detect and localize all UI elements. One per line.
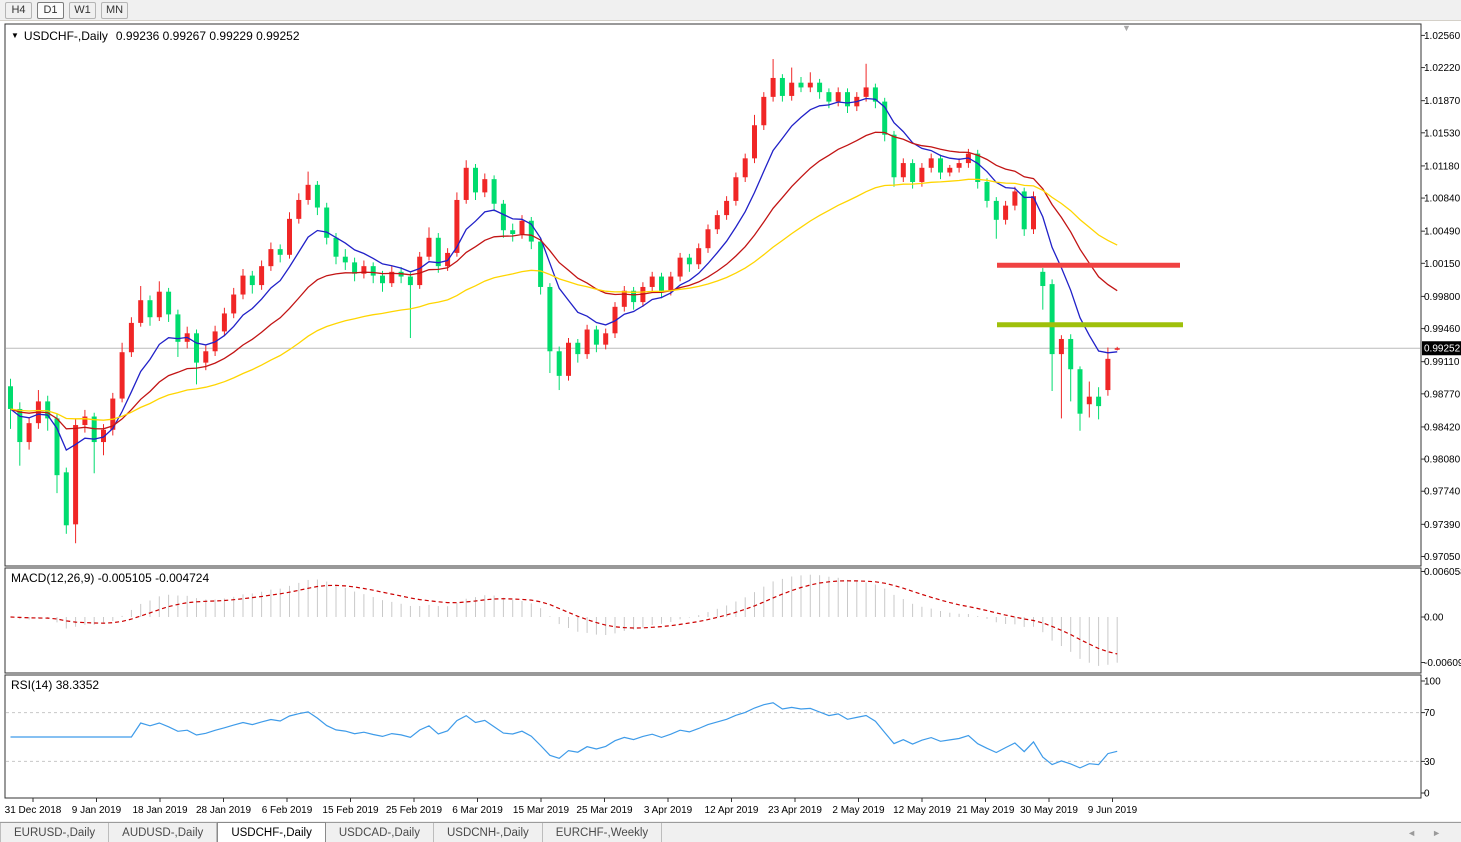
svg-text:15 Feb 2019: 15 Feb 2019 xyxy=(322,805,379,816)
svg-text:0.97740: 0.97740 xyxy=(1424,487,1461,498)
svg-text:9 Jan 2019: 9 Jan 2019 xyxy=(72,805,122,816)
close-value: 0.99252 xyxy=(256,29,300,43)
svg-text:6 Mar 2019: 6 Mar 2019 xyxy=(452,805,503,816)
svg-text:9 Jun 2019: 9 Jun 2019 xyxy=(1088,805,1138,816)
svg-text:1.02220: 1.02220 xyxy=(1424,63,1461,74)
rsi-value: 38.3352 xyxy=(55,678,100,692)
svg-text:0.97050: 0.97050 xyxy=(1424,552,1461,563)
chart-canvas[interactable]: 1.02560 1.02220 1.01870 1.01530 1.01180 1.008… xyxy=(0,0,1461,842)
tab-usdcad-daily[interactable]: USDCAD-,Daily xyxy=(326,823,434,842)
svg-text:1.00150: 1.00150 xyxy=(1424,259,1461,270)
trading-platform-window: H4 D1 W1 MN 1.02560 1.02220 1.01870 1.01530… xyxy=(0,0,1461,842)
svg-text:12 May 2019: 12 May 2019 xyxy=(893,805,951,816)
svg-text:30: 30 xyxy=(1424,757,1436,768)
rsi-label: RSI(14) xyxy=(11,678,53,692)
svg-text:0.006058: 0.006058 xyxy=(1424,567,1461,578)
timeframe-h4-button[interactable]: H4 xyxy=(5,1,32,19)
tab-usdcnh-daily[interactable]: USDCNH-,Daily xyxy=(434,823,543,842)
svg-text:1.01180: 1.01180 xyxy=(1424,161,1460,172)
svg-text:0.98080: 0.98080 xyxy=(1424,455,1461,466)
tab-scroll-left-button[interactable]: ◄ xyxy=(1407,828,1416,838)
low-value: 0.99229 xyxy=(209,29,253,43)
svg-text:1.02560: 1.02560 xyxy=(1424,31,1461,42)
svg-text:1.01530: 1.01530 xyxy=(1424,128,1461,139)
symbol-period-label: USDCHF-,Daily xyxy=(23,29,108,43)
svg-text:0.98770: 0.98770 xyxy=(1424,389,1461,400)
macd-indicator-label: MACD(12,26,9) -0.005105 -0.004724 xyxy=(11,571,209,585)
svg-text:3 Apr 2019: 3 Apr 2019 xyxy=(644,805,693,816)
timeframe-w1-button[interactable]: W1 xyxy=(69,1,96,19)
svg-text:1.01870: 1.01870 xyxy=(1424,96,1461,107)
svg-text:0.99110: 0.99110 xyxy=(1424,357,1460,368)
svg-text:6 Feb 2019: 6 Feb 2019 xyxy=(262,805,313,816)
svg-text:0.00: 0.00 xyxy=(1424,613,1444,624)
rsi-panel-frame xyxy=(4,674,1422,799)
tab-eurchf-weekly[interactable]: EURCHF-,Weekly xyxy=(543,823,663,842)
macd-label: MACD(12,26,9) xyxy=(11,571,95,585)
symbol-dropdown-caret-icon[interactable]: ▼ xyxy=(11,31,19,40)
timeframe-toolbar: H4 D1 W1 MN xyxy=(0,0,1461,21)
svg-text:31 Dec 2018: 31 Dec 2018 xyxy=(5,805,62,816)
timeframe-mn-button[interactable]: MN xyxy=(101,1,128,19)
svg-text:15 Mar 2019: 15 Mar 2019 xyxy=(513,805,570,816)
macd-values: -0.005105 -0.004724 xyxy=(97,571,210,585)
svg-text:18 Jan 2019: 18 Jan 2019 xyxy=(132,805,187,816)
tab-usdchf-daily[interactable]: USDCHF-,Daily xyxy=(217,822,326,842)
rsi-indicator-label: RSI(14) 38.3352 xyxy=(11,678,99,692)
svg-text:1.00840: 1.00840 xyxy=(1424,194,1461,205)
svg-text:2 May 2019: 2 May 2019 xyxy=(832,805,885,816)
high-value: 0.99267 xyxy=(162,29,207,43)
svg-text:25 Mar 2019: 25 Mar 2019 xyxy=(576,805,633,816)
svg-text:1.00490: 1.00490 xyxy=(1424,227,1461,238)
timeframe-d1-button[interactable]: D1 xyxy=(37,1,64,19)
tab-scroll-arrows: ◄ ► xyxy=(1407,823,1461,842)
svg-text:12 Apr 2019: 12 Apr 2019 xyxy=(705,805,759,816)
svg-text:25 Feb 2019: 25 Feb 2019 xyxy=(386,805,443,816)
tab-eurusd-daily[interactable]: EURUSD-,Daily xyxy=(0,823,110,842)
svg-text:100: 100 xyxy=(1424,677,1441,688)
svg-text:70: 70 xyxy=(1424,708,1436,719)
chart-title: ▼ USDCHF-,Daily 0.99236 0.99267 0.99229 0.… xyxy=(11,29,300,43)
svg-text:0.99460: 0.99460 xyxy=(1424,324,1461,335)
open-value: 0.99236 xyxy=(115,29,160,43)
tab-audusd-daily[interactable]: AUDUSD-,Daily xyxy=(109,823,218,842)
svg-text:28 Jan 2019: 28 Jan 2019 xyxy=(196,805,251,816)
symbol-tab-bar: EURUSD-,Daily AUDUSD-,Daily USDCHF-,Dail… xyxy=(0,822,1461,842)
svg-text:0.99252: 0.99252 xyxy=(1424,344,1461,355)
svg-text:23 Apr 2019: 23 Apr 2019 xyxy=(768,805,822,816)
chart-shift-marker-icon[interactable]: ▼ xyxy=(1122,23,1131,33)
svg-text:0.97390: 0.97390 xyxy=(1424,520,1461,531)
svg-text:21 May 2019: 21 May 2019 xyxy=(957,805,1015,816)
main-panel-frame xyxy=(4,23,1422,567)
svg-text:0.99800: 0.99800 xyxy=(1424,292,1461,303)
tab-scroll-right-button[interactable]: ► xyxy=(1432,828,1441,838)
svg-text:0: 0 xyxy=(1424,789,1430,800)
svg-text:0.98420: 0.98420 xyxy=(1424,422,1461,433)
svg-text:30 May 2019: 30 May 2019 xyxy=(1020,805,1078,816)
svg-text:-0.006096: -0.006096 xyxy=(1424,658,1461,669)
current-price-flag: 0.99252 xyxy=(1422,341,1461,356)
macd-panel-frame xyxy=(4,567,1422,674)
